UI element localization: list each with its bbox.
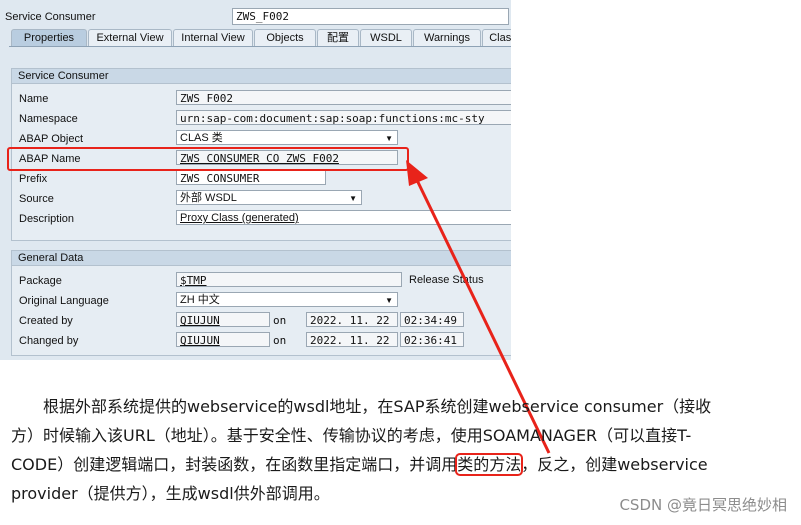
article-paragraph: 根据外部系统提供的webservice的wsdl地址，在SAP系统创建webse… <box>11 392 786 508</box>
article-text: ，反之，创建webservice <box>521 455 708 474</box>
highlighted-text: 类的方法 <box>455 453 524 476</box>
article-line: 方）时候输入该URL（地址）。基于安全性、传输协议的考虑，使用SOAMANAGE… <box>11 426 692 445</box>
article-text: CODE）创建逻辑端口，封装函数，在函数里指定端口，并调用 <box>11 455 458 474</box>
article-line: 根据外部系统提供的webservice的wsdl地址，在SAP系统创建webse… <box>43 397 712 416</box>
article-line: CODE）创建逻辑端口，封装函数，在函数里指定端口，并调用类的方法，反之，创建w… <box>11 450 786 479</box>
watermark: CSDN @竟日冥思绝妙相 <box>619 496 787 514</box>
